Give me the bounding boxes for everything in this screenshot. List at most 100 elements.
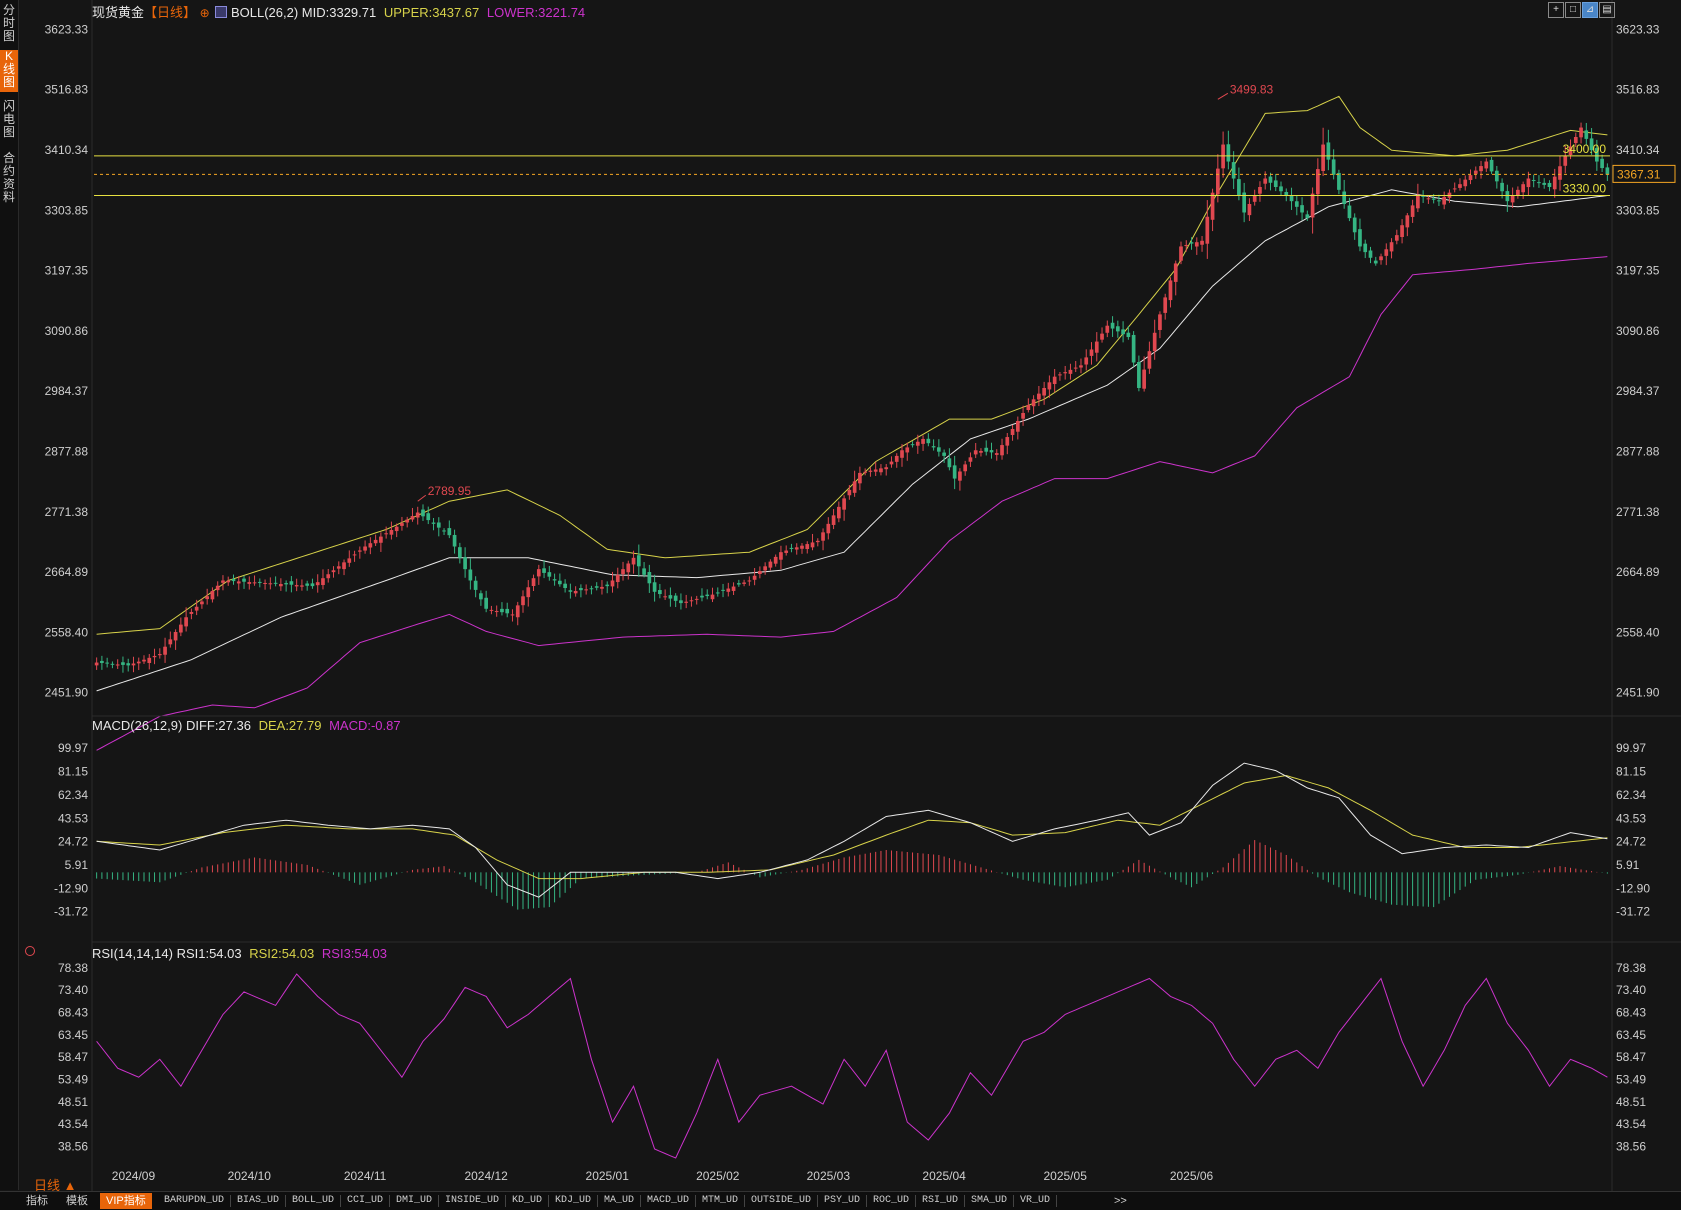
candle-body — [1363, 243, 1368, 253]
candle-body — [247, 582, 252, 584]
chart-toolbar: + □ ⊿ ▤ — [1548, 1, 1615, 18]
candle-body — [1073, 367, 1078, 369]
price-tick-right: 3623.33 — [1616, 22, 1660, 36]
low-marker-label: 2789.95 — [428, 484, 472, 498]
tab-templates[interactable]: 模板 — [60, 1193, 94, 1209]
boll-label[interactable]: BOLL(26,2) — [231, 5, 298, 20]
add-icon[interactable]: ⊕ — [200, 6, 210, 20]
tab-indicators[interactable]: 指标 — [20, 1193, 54, 1209]
macd-label[interactable]: MACD(26,12,9) — [92, 718, 182, 733]
candle-body — [1163, 297, 1168, 313]
candle-body — [600, 586, 604, 589]
candle-body — [1089, 349, 1094, 356]
indicator-tab[interactable]: MA_UD — [598, 1193, 640, 1209]
candle-body — [968, 457, 973, 462]
candle-body — [426, 513, 431, 521]
period-label[interactable]: 【日线】 — [144, 5, 196, 20]
macd-diff-value: DIFF:27.36 — [185, 718, 251, 733]
candle-body — [758, 571, 762, 575]
indicator-tab[interactable]: CCI_UD — [341, 1193, 389, 1209]
crosshair-icon[interactable]: + — [1548, 2, 1564, 18]
candle-body — [958, 471, 962, 481]
indicator-tab[interactable]: RSI_UD — [916, 1193, 964, 1209]
candle-body — [394, 526, 399, 532]
candle-body — [1005, 437, 1010, 446]
rsi-label[interactable]: RSI(14,14,14) — [92, 946, 173, 961]
candle-body — [747, 580, 752, 582]
candle-body — [1416, 195, 1420, 209]
candle-body — [910, 444, 915, 446]
candle-body — [542, 568, 546, 573]
candle-body — [1394, 235, 1399, 241]
rsi-tick-right: 43.54 — [1616, 1117, 1646, 1131]
indicator-tab[interactable]: MACD_UD — [641, 1193, 695, 1209]
candle-body — [921, 438, 925, 444]
macd-hist-value: MACD:-0.87 — [329, 718, 401, 733]
indicator-tab[interactable]: DMI_UD — [390, 1193, 438, 1209]
candle-body — [1258, 187, 1262, 194]
candle-body — [568, 590, 573, 592]
candle-body — [1289, 195, 1294, 202]
indicator-tab[interactable]: OUTSIDE_UD — [745, 1193, 817, 1209]
candle-body — [1268, 176, 1273, 183]
rsi-tick-right: 58.47 — [1616, 1050, 1646, 1064]
candle-body — [231, 578, 236, 582]
candle-body — [805, 544, 810, 550]
chart-mode-icon[interactable]: ⊿ — [1582, 2, 1598, 18]
candle-body — [1221, 144, 1225, 169]
candle-body — [526, 587, 531, 598]
tab-kline[interactable]: K 线 图 — [0, 50, 18, 92]
candle-body — [979, 450, 983, 453]
indicator-tab[interactable]: MTM_UD — [696, 1193, 744, 1209]
price-tick-left: 3303.85 — [45, 203, 89, 217]
candle-body — [1468, 175, 1473, 181]
macd-tick-right: 43.53 — [1616, 811, 1646, 825]
indicator-tab[interactable]: BARUPDN_UD — [158, 1193, 230, 1209]
candle-body — [442, 530, 446, 532]
tab-vip-indicators[interactable]: VIP指标 — [100, 1193, 152, 1209]
indicator-tab[interactable]: INSIDE_UD — [439, 1193, 505, 1209]
candle-body — [1489, 159, 1494, 172]
tab-divider — [1056, 1195, 1057, 1207]
indicator-tab[interactable]: ROC_UD — [867, 1193, 915, 1209]
settings-icon[interactable]: ▤ — [1599, 2, 1615, 18]
rsi-settings-icon[interactable] — [25, 946, 35, 956]
left-view-tabs: 分 时 图 K 线 图 闪 电 图 合 约 资 料 — [0, 0, 19, 1190]
candle-body — [779, 552, 783, 560]
candle-body — [615, 574, 620, 583]
candle-body — [1279, 186, 1283, 192]
current-price-label: 3367.31 — [1617, 167, 1661, 181]
chart-canvas[interactable]: 3623.33 3623.33 3516.83 3516.83 3410.34 3410.… — [18, 0, 1681, 1191]
rsi-line — [96, 973, 1608, 1159]
candle-body — [1342, 191, 1347, 204]
candle-body — [352, 554, 357, 556]
candle-body — [363, 546, 367, 551]
more-indicators-button[interactable]: >> — [1108, 1193, 1133, 1209]
rsi-tick-right: 78.38 — [1616, 961, 1646, 975]
indicator-tab[interactable]: BOLL_UD — [286, 1193, 340, 1209]
candle-body — [1463, 179, 1468, 187]
candle-body — [315, 582, 320, 586]
candle-body — [194, 606, 199, 611]
tab-flash[interactable]: 闪 电 图 — [0, 100, 18, 142]
candle-body — [1305, 214, 1310, 219]
indicator-tab[interactable]: PSY_UD — [818, 1193, 866, 1209]
candle-body — [1337, 172, 1341, 190]
macd-tick-left: -12.90 — [54, 881, 88, 895]
indicator-tab[interactable]: KD_UD — [506, 1193, 548, 1209]
tab-time-sharing[interactable]: 分 时 图 — [0, 4, 18, 44]
indicator-tab[interactable]: KDJ_UD — [549, 1193, 597, 1209]
candle-body — [810, 542, 815, 548]
zoom-fit-icon[interactable]: □ — [1565, 2, 1581, 18]
tab-contract-info[interactable]: 合 约 资 料 — [0, 152, 18, 208]
candle-body — [357, 550, 362, 552]
indicator-tab[interactable]: SMA_UD — [965, 1193, 1013, 1209]
indicator-tab[interactable]: VR_UD — [1014, 1193, 1056, 1209]
date-axis-label: 2024/10 — [228, 1169, 272, 1183]
candle-body — [1137, 362, 1141, 388]
candle-body — [768, 561, 773, 568]
candle-body — [1531, 179, 1536, 181]
candle-body — [1547, 182, 1552, 188]
indicator-tab[interactable]: BIAS_UD — [231, 1193, 285, 1209]
candle-body — [594, 586, 599, 588]
